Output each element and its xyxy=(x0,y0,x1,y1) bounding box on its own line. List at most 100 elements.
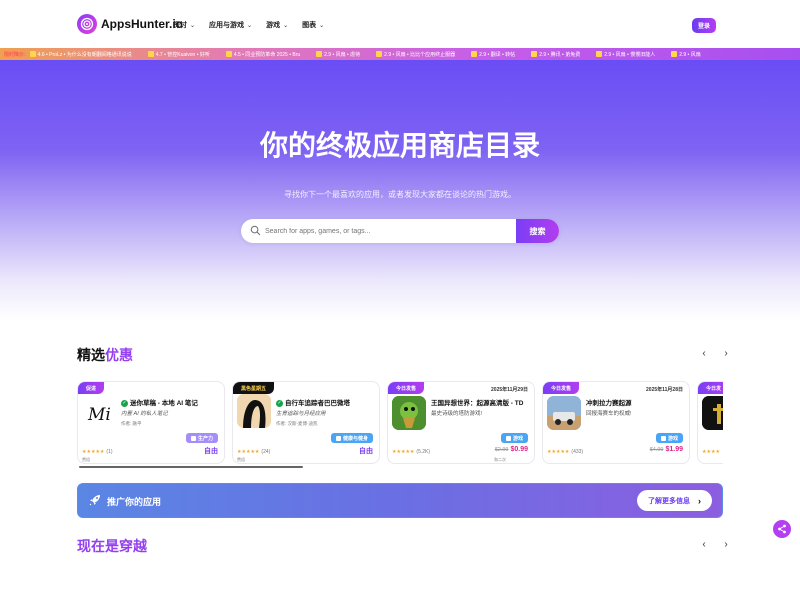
price: 自由 xyxy=(359,448,373,455)
review-count: (1) xyxy=(106,449,113,455)
ticker-item[interactable]: 4.7 • 管控Kuaivon • 好听 xyxy=(147,51,210,58)
star-rating: ★★★★★ (433) xyxy=(547,449,583,455)
trending-carousel-arrows: ‹ › xyxy=(699,539,731,550)
app-icon xyxy=(471,51,478,57)
deal-badge: 今日发售 xyxy=(388,382,425,394)
chevron-right-icon[interactable]: › xyxy=(721,348,731,359)
promote-app-banner: 推广你的应用 了解更多信息 › xyxy=(77,483,723,518)
ticker-item-text: 2.9 • 翻译 • 转帖 xyxy=(479,51,516,58)
nav-item-charts[interactable]: 图表 ⌄ xyxy=(302,20,324,30)
hero-title: 你的终极应用商店目录 xyxy=(259,130,540,161)
promo-text: 推广你的应用 xyxy=(107,497,162,507)
price-note: 和二次 xyxy=(494,457,506,462)
nav-label: 游戏 xyxy=(266,22,281,29)
category-badge[interactable]: 游戏 xyxy=(655,433,683,443)
price: $4.99 $1.99 xyxy=(650,446,683,453)
learn-more-button[interactable]: 了解更多信息 › xyxy=(637,490,712,511)
deal-card[interactable]: 今日发 ★★★★ xyxy=(697,381,723,464)
nav-label: 图表 xyxy=(302,22,317,29)
login-button[interactable]: 登录 xyxy=(692,18,716,33)
category-badge[interactable]: 健康与健身 xyxy=(330,433,373,443)
chevron-down-icon: ⌄ xyxy=(247,22,253,29)
deal-card[interactable]: 促进 Mi ✓ 迷你草稿 - 本地 AI 笔记 内置 AI 的私人笔记 作者: 融… xyxy=(77,381,225,464)
ticker-item-text: 2.9 • 风扇 • 比比个应用终止服器 xyxy=(384,51,456,58)
app-icon xyxy=(316,51,323,57)
app-icon xyxy=(392,396,426,430)
ticker-item[interactable]: 2.9 • 风扇 • 慢慢旧能人 xyxy=(596,51,655,58)
app-icon xyxy=(702,396,723,430)
top-header: AppsHunter.io 探讨 ⌄ 应用与游戏 ⌄ 游戏 ⌄ 图表 ⌄ 登录 xyxy=(0,0,800,48)
sale-price: $1.99 xyxy=(665,446,683,453)
brand-name: AppsHunter.io xyxy=(101,17,184,31)
deal-card[interactable]: 今日发售 2025年11月28日 冲刺拉力赛起源 回报海赛车的权威! 游戏 ★★… xyxy=(542,381,690,464)
app-name: ✓ 迷你草稿 - 本地 AI 笔记 xyxy=(121,397,198,407)
ticker-item[interactable]: 4.5 • 同业预防革命 2025 • Bru xyxy=(225,51,301,58)
review-count: (433) xyxy=(571,449,584,455)
stars: ★★★★★ xyxy=(547,449,570,455)
search-input[interactable] xyxy=(265,219,515,243)
carousel-scrollbar[interactable] xyxy=(79,466,303,468)
category-badge[interactable]: 生产力 xyxy=(185,433,218,443)
old-price: $4.99 xyxy=(649,447,664,453)
stars: ★★★★★ xyxy=(237,449,260,455)
ticker-item[interactable]: 2.9 • 腾讯 • 弟免费 xyxy=(531,51,580,58)
deal-badge: 今日发 xyxy=(698,382,723,394)
deal-card[interactable]: 黑色星期五 ✓ 自行车追踪者巴巴微塔 生育追踪与月经应用 作者: 汉斯-麦博·迪凯… xyxy=(232,381,380,464)
featured-section-title: 精选优惠 xyxy=(77,345,133,365)
ticker-item[interactable]: 2.9 • 风扇 • 虐待 xyxy=(316,51,360,58)
app-name: ✓ 自行车追踪者巴巴微塔 xyxy=(276,397,350,407)
gamepad-icon xyxy=(505,435,511,441)
search-bar: 搜索 xyxy=(241,219,559,243)
featured-carousel: 促进 Mi ✓ 迷你草稿 - 本地 AI 笔记 内置 AI 的私人笔记 作者: 融… xyxy=(77,380,723,466)
search-button[interactable]: 搜索 xyxy=(516,219,559,243)
ticker-item-text: 2.9 • 腾讯 • 弟免费 xyxy=(539,51,581,58)
ticker-item-text: 2.9 • 风扇 xyxy=(679,51,701,58)
category-badge[interactable]: 游戏 xyxy=(500,433,528,443)
stars: ★★★★★ xyxy=(82,449,105,455)
nav-item-explore[interactable]: 探讨 ⌄ xyxy=(173,20,195,30)
app-author: 作者: 融平 xyxy=(121,421,142,426)
trending-section-title: 现在是穿越 xyxy=(77,536,147,556)
app-icon xyxy=(147,51,154,57)
rocket-icon xyxy=(89,495,100,506)
stars: ★★★★★ xyxy=(392,449,415,455)
ticker-item-text: 4.5 • 同业预防革命 2025 • Bru xyxy=(233,51,301,58)
nav-label: 应用与游戏 xyxy=(209,22,245,29)
deal-card[interactable]: 今日发售 2025年11月29日 王国异想世界：起源高清版 - TD 最史诗级的… xyxy=(387,381,535,464)
app-tagline: 回报海赛车的权威! xyxy=(586,411,632,417)
price: $2.99 $0.99 xyxy=(495,446,528,453)
chevron-down-icon: ⌄ xyxy=(283,22,289,29)
nav-item-apps-games[interactable]: 应用与游戏 ⌄ xyxy=(209,20,252,30)
review-count: (24) xyxy=(261,449,271,455)
ticker-item[interactable]: 2.9 • 翻译 • 转帖 xyxy=(471,51,515,58)
learn-more-label: 了解更多信息 xyxy=(648,497,690,505)
section-title-highlight: 优惠 xyxy=(105,347,133,363)
ticker-item[interactable]: 4.6 • ProLz • 为什么没有朝翻阅格通讯说说 xyxy=(29,51,132,58)
app-tagline: 生育追踪与月经应用 xyxy=(276,411,326,417)
ticker-item[interactable]: 2.9 • 风扇 xyxy=(671,51,701,58)
brand-logo[interactable]: AppsHunter.io xyxy=(77,14,183,34)
hero-subtitle: 寻找你下一个最喜欢的应用，或者发现大家都在谈论的热门游戏。 xyxy=(284,190,516,199)
category-label: 游戏 xyxy=(667,435,678,442)
nav-label: 探讨 xyxy=(173,22,187,29)
gamepad-icon xyxy=(660,435,666,441)
share-button[interactable] xyxy=(773,520,791,538)
nav-item-games[interactable]: 游戏 ⌄ xyxy=(266,20,288,30)
price-note: 费组 xyxy=(82,457,90,462)
chevron-right-icon[interactable]: › xyxy=(721,539,731,550)
ticker-item[interactable]: 2.9 • 风扇 • 比比个应用终止服器 xyxy=(376,51,455,58)
chevron-left-icon[interactable]: ‹ xyxy=(699,539,709,550)
search-icon xyxy=(250,225,261,236)
app-icon xyxy=(237,394,271,428)
verified-icon: ✓ xyxy=(121,399,128,407)
app-icon xyxy=(29,51,36,57)
app-name: 王国异想世界：起源高清版 - TD xyxy=(431,397,523,407)
deal-badge: 黑色星期五 xyxy=(233,382,275,394)
section-title-main: 精选 xyxy=(77,347,105,363)
chevron-left-icon[interactable]: ‹ xyxy=(699,348,709,359)
release-date: 2025年11月28日 xyxy=(646,387,683,393)
app-name-text: 迷你草稿 - 本地 AI 笔记 xyxy=(130,400,198,407)
app-icon xyxy=(531,51,538,57)
stars: ★★★★ xyxy=(702,449,720,455)
app-name-text: 自行车追踪者巴巴微塔 xyxy=(285,400,350,407)
